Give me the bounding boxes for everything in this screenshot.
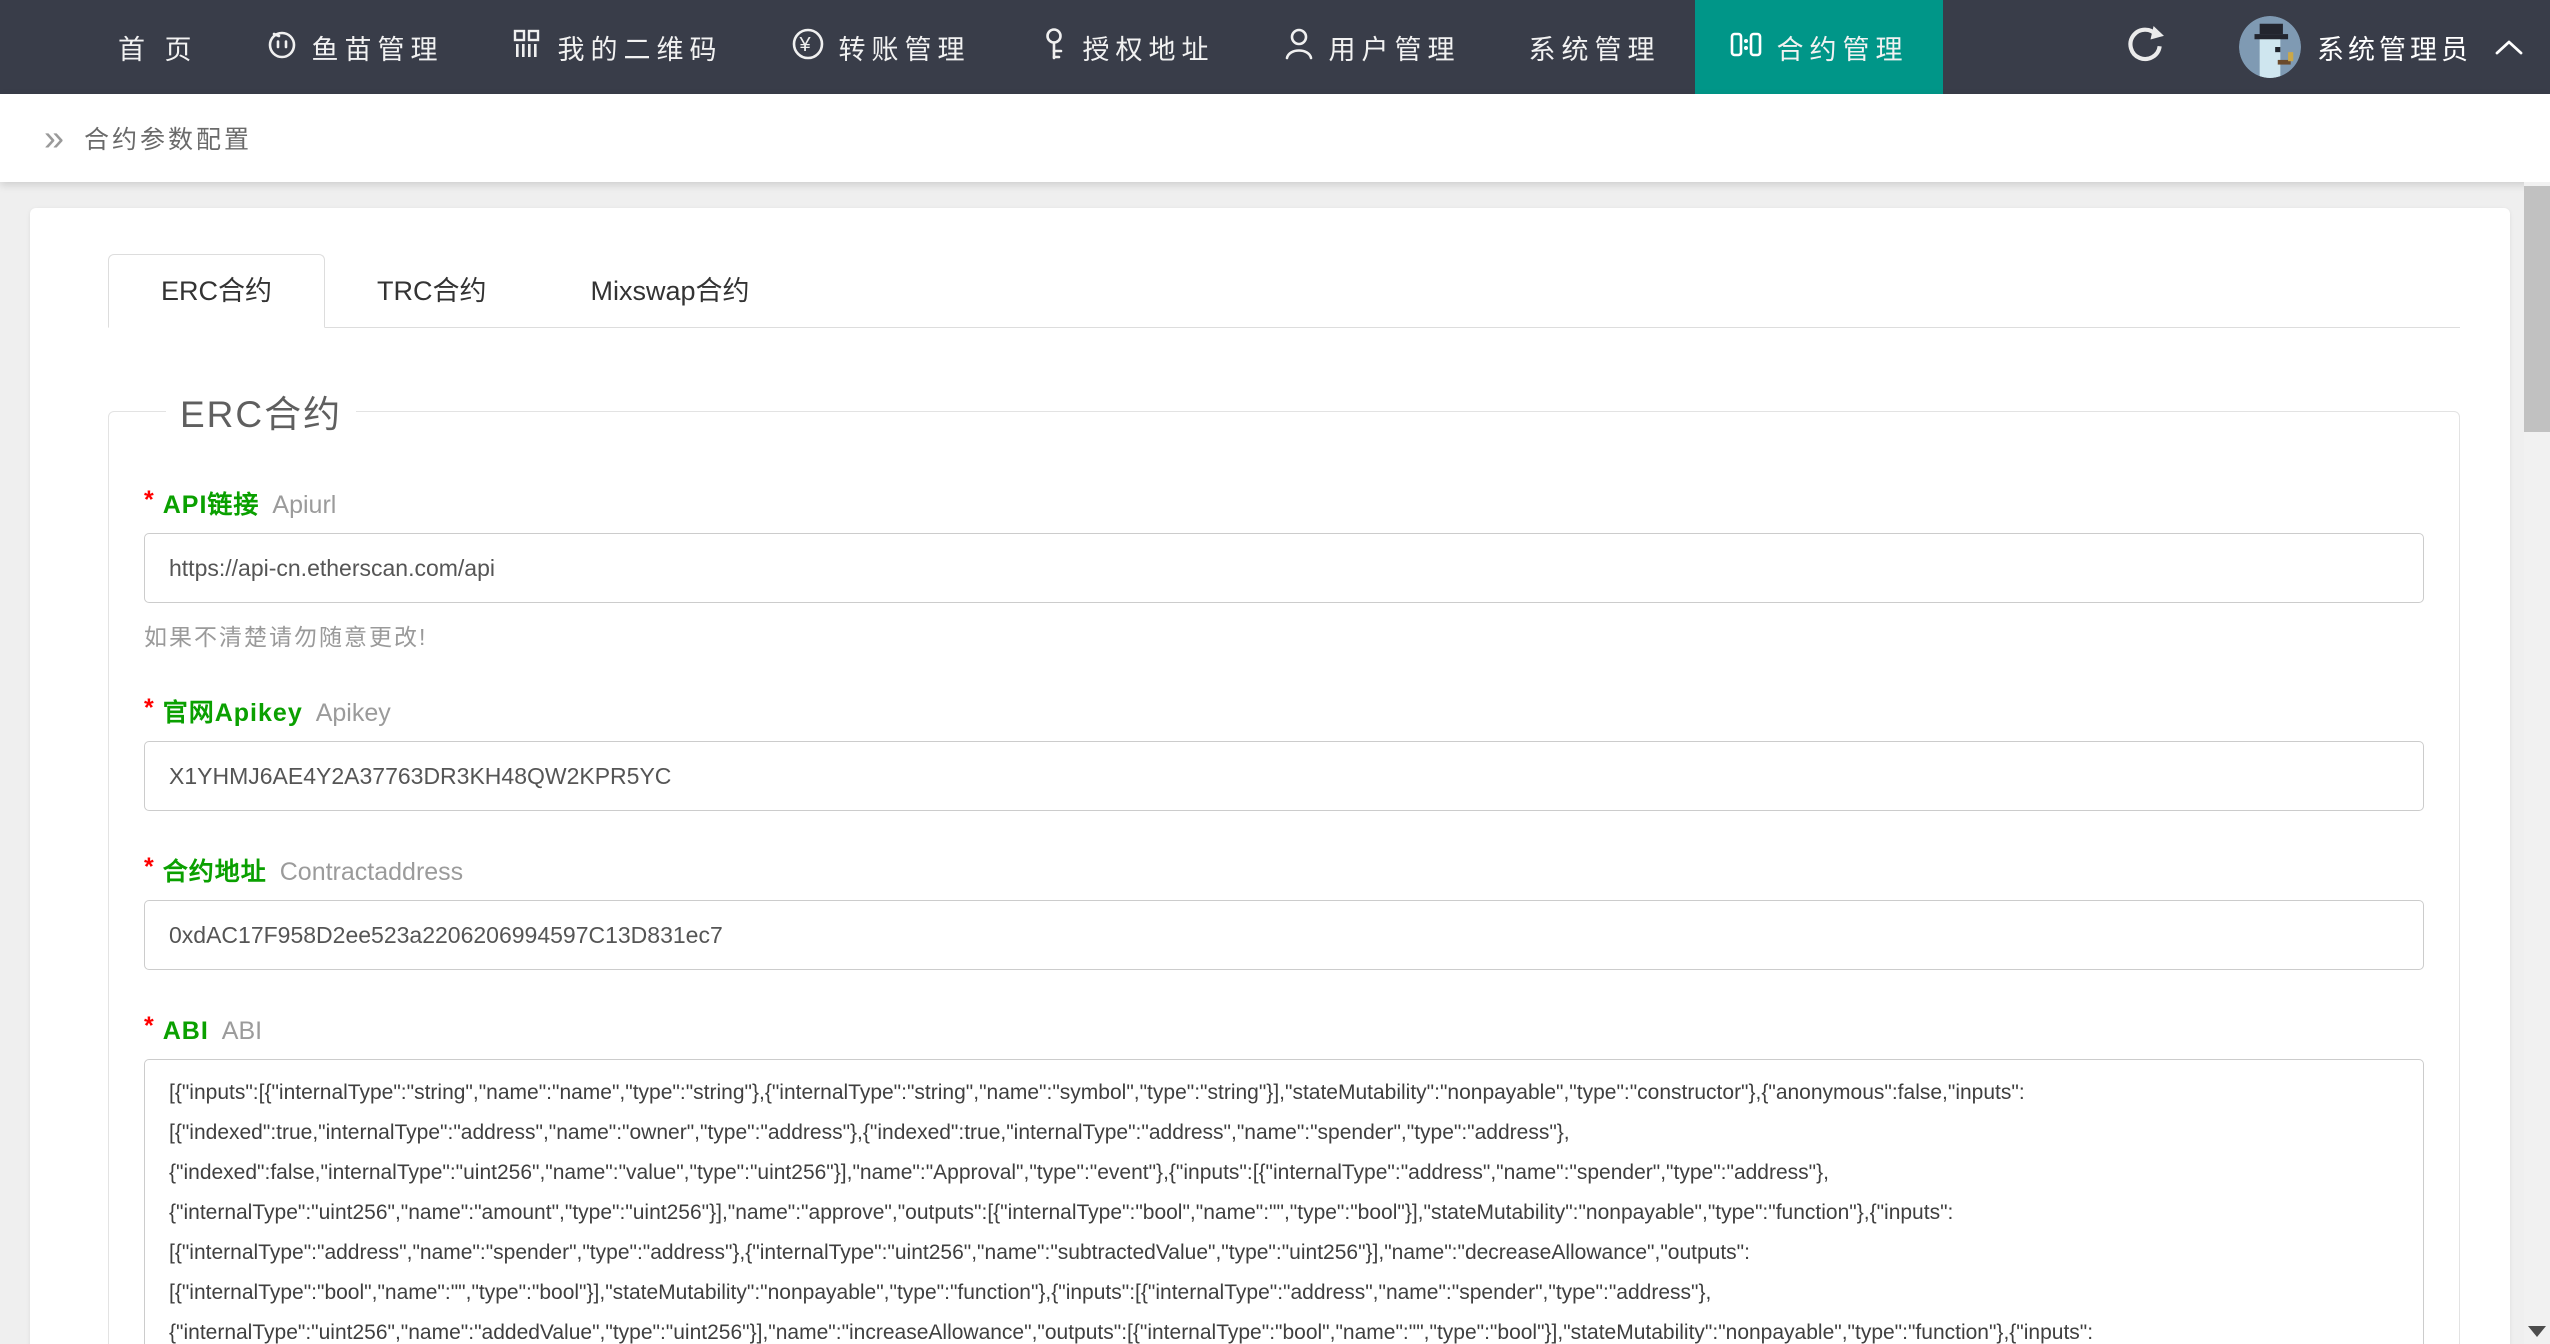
- nav-item-label: 用户管理: [1329, 28, 1461, 67]
- abi-textarea[interactable]: [{"inputs":[{"internalType":"string","na…: [144, 1059, 2424, 1344]
- field-label-en: Apiurl: [272, 490, 336, 520]
- nav-item-label: 我的二维码: [558, 28, 723, 67]
- nav-item-label: 转账管理: [839, 28, 971, 67]
- nav-item-system[interactable]: 系统管理: [1495, 0, 1695, 94]
- form-group-contract-address: * 合约地址 Contractaddress: [144, 857, 2424, 970]
- form-group-apikey: * 官网Apikey Apikey: [144, 698, 2424, 811]
- contract-config-card: ERC合约 TRC合约 Mixswap合约 ERC合约 * API链接 Apiu…: [30, 208, 2510, 1344]
- nav-item-label: 合约管理: [1777, 28, 1909, 67]
- field-label: * ABI ABI: [144, 1016, 2424, 1046]
- nav-item-label: 授权地址: [1083, 28, 1215, 67]
- field-label-cn: 合约地址: [163, 857, 267, 887]
- nav-item-label: 首 页: [118, 28, 198, 67]
- nav-item-my-qrcode[interactable]: 我的二维码: [478, 0, 757, 94]
- contract-address-input[interactable]: [144, 900, 2424, 970]
- nav-item-fish-fry[interactable]: 鱼苗管理: [232, 0, 478, 94]
- key-icon: [1039, 27, 1069, 68]
- scrollbar-down-arrow-icon[interactable]: [2528, 1326, 2546, 1337]
- required-asterisk: *: [144, 693, 154, 723]
- chevron-up-icon[interactable]: [2494, 38, 2524, 56]
- yen-circle-icon: ¥: [791, 27, 825, 68]
- top-nav: 首 页 鱼苗管理 我的二维码 ¥ 转账管理 授权地址 用户管理 系统管理: [0, 0, 2550, 94]
- page-title: 合约参数配置: [84, 120, 252, 156]
- nav-item-label: 系统管理: [1529, 28, 1661, 67]
- fish-fry-icon: [266, 28, 298, 67]
- apikey-input[interactable]: [144, 741, 2424, 811]
- required-asterisk: *: [144, 485, 154, 515]
- nav-item-users[interactable]: 用户管理: [1249, 0, 1495, 94]
- form-group-abi: * ABI ABI [{"inputs":[{"internalType":"s…: [144, 1016, 2424, 1344]
- field-label-en: Apikey: [316, 698, 391, 728]
- erc-contract-panel: ERC合约 * API链接 Apiurl 如果不清楚请勿随意更改! * 官网Ap…: [108, 384, 2460, 1344]
- field-label-en: ABI: [222, 1016, 262, 1046]
- nav-right-group: 系统管理员: [2123, 0, 2550, 94]
- refresh-icon: [2123, 23, 2167, 72]
- required-asterisk: *: [144, 1011, 154, 1041]
- field-label-en: Contractaddress: [280, 857, 463, 887]
- nav-item-transfer[interactable]: ¥ 转账管理: [757, 0, 1005, 94]
- field-label-cn: API链接: [163, 490, 260, 520]
- apiurl-input[interactable]: [144, 533, 2424, 603]
- nav-item-home[interactable]: 首 页: [84, 0, 232, 94]
- current-user-name[interactable]: 系统管理员: [2317, 28, 2472, 67]
- nav-item-label: 鱼苗管理: [312, 28, 444, 67]
- refresh-button[interactable]: [2123, 23, 2167, 72]
- user-avatar[interactable]: [2239, 16, 2301, 78]
- form-group-apiurl: * API链接 Apiurl 如果不清楚请勿随意更改!: [144, 490, 2424, 652]
- page-scrollbar[interactable]: [2524, 182, 2550, 1344]
- user-icon: [1283, 27, 1315, 68]
- field-label-cn: 官网Apikey: [163, 698, 303, 728]
- breadcrumb-chevrons-icon: »: [44, 120, 64, 156]
- tab-trc-contract[interactable]: TRC合约: [325, 255, 539, 327]
- field-label: * 合约地址 Contractaddress: [144, 857, 2424, 887]
- contract-tabs: ERC合约 TRC合约 Mixswap合约: [108, 254, 2460, 328]
- apiurl-help-text: 如果不清楚请勿随意更改!: [144, 618, 2424, 652]
- required-asterisk: *: [144, 852, 154, 882]
- nav-item-auth-address[interactable]: 授权地址: [1005, 0, 1249, 94]
- tab-mixswap-contract[interactable]: Mixswap合约: [539, 255, 802, 327]
- nav-item-contracts[interactable]: 合约管理: [1695, 0, 1943, 94]
- svg-text:¥: ¥: [798, 34, 816, 56]
- qrcode-icon: [512, 28, 544, 67]
- field-label: * API链接 Apiurl: [144, 490, 2424, 520]
- panel-legend: ERC合约: [166, 384, 356, 438]
- tab-erc-contract[interactable]: ERC合约: [108, 254, 325, 328]
- scrollbar-thumb[interactable]: [2524, 186, 2550, 432]
- field-label-cn: ABI: [163, 1016, 209, 1046]
- contract-icon: [1729, 27, 1763, 68]
- main-content: ERC合约 TRC合约 Mixswap合约 ERC合约 * API链接 Apiu…: [0, 182, 2550, 1344]
- breadcrumb: » 合约参数配置: [0, 94, 2550, 182]
- field-label: * 官网Apikey Apikey: [144, 698, 2424, 728]
